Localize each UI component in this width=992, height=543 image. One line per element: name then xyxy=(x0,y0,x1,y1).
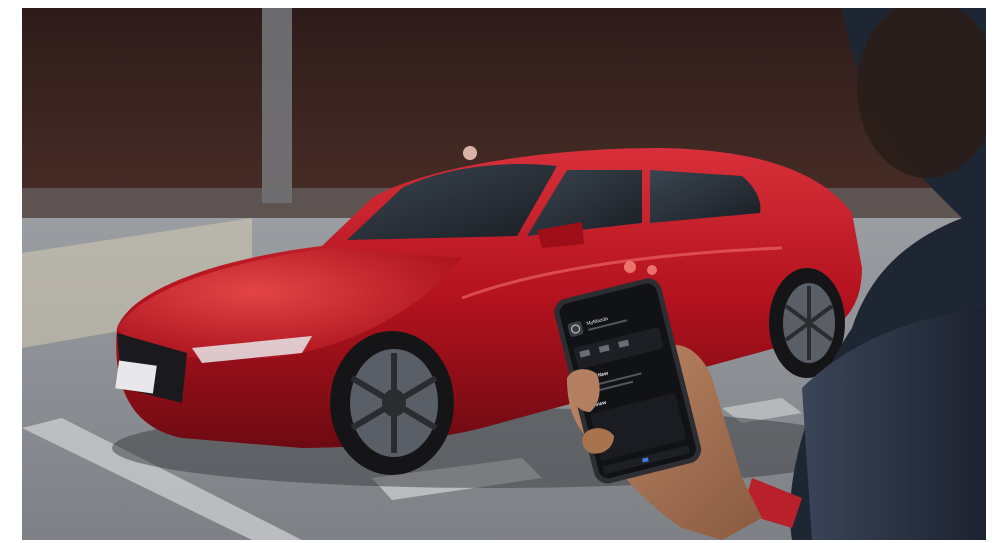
bokeh-light xyxy=(624,261,636,273)
license-plate xyxy=(115,360,157,394)
pillar xyxy=(262,8,292,203)
photo-frame: MyMazda What's New Preview xyxy=(22,8,986,540)
bokeh-light xyxy=(463,146,477,160)
scene: MyMazda What's New Preview xyxy=(22,8,986,540)
front-wheel xyxy=(330,331,454,475)
bokeh-light xyxy=(647,265,657,275)
